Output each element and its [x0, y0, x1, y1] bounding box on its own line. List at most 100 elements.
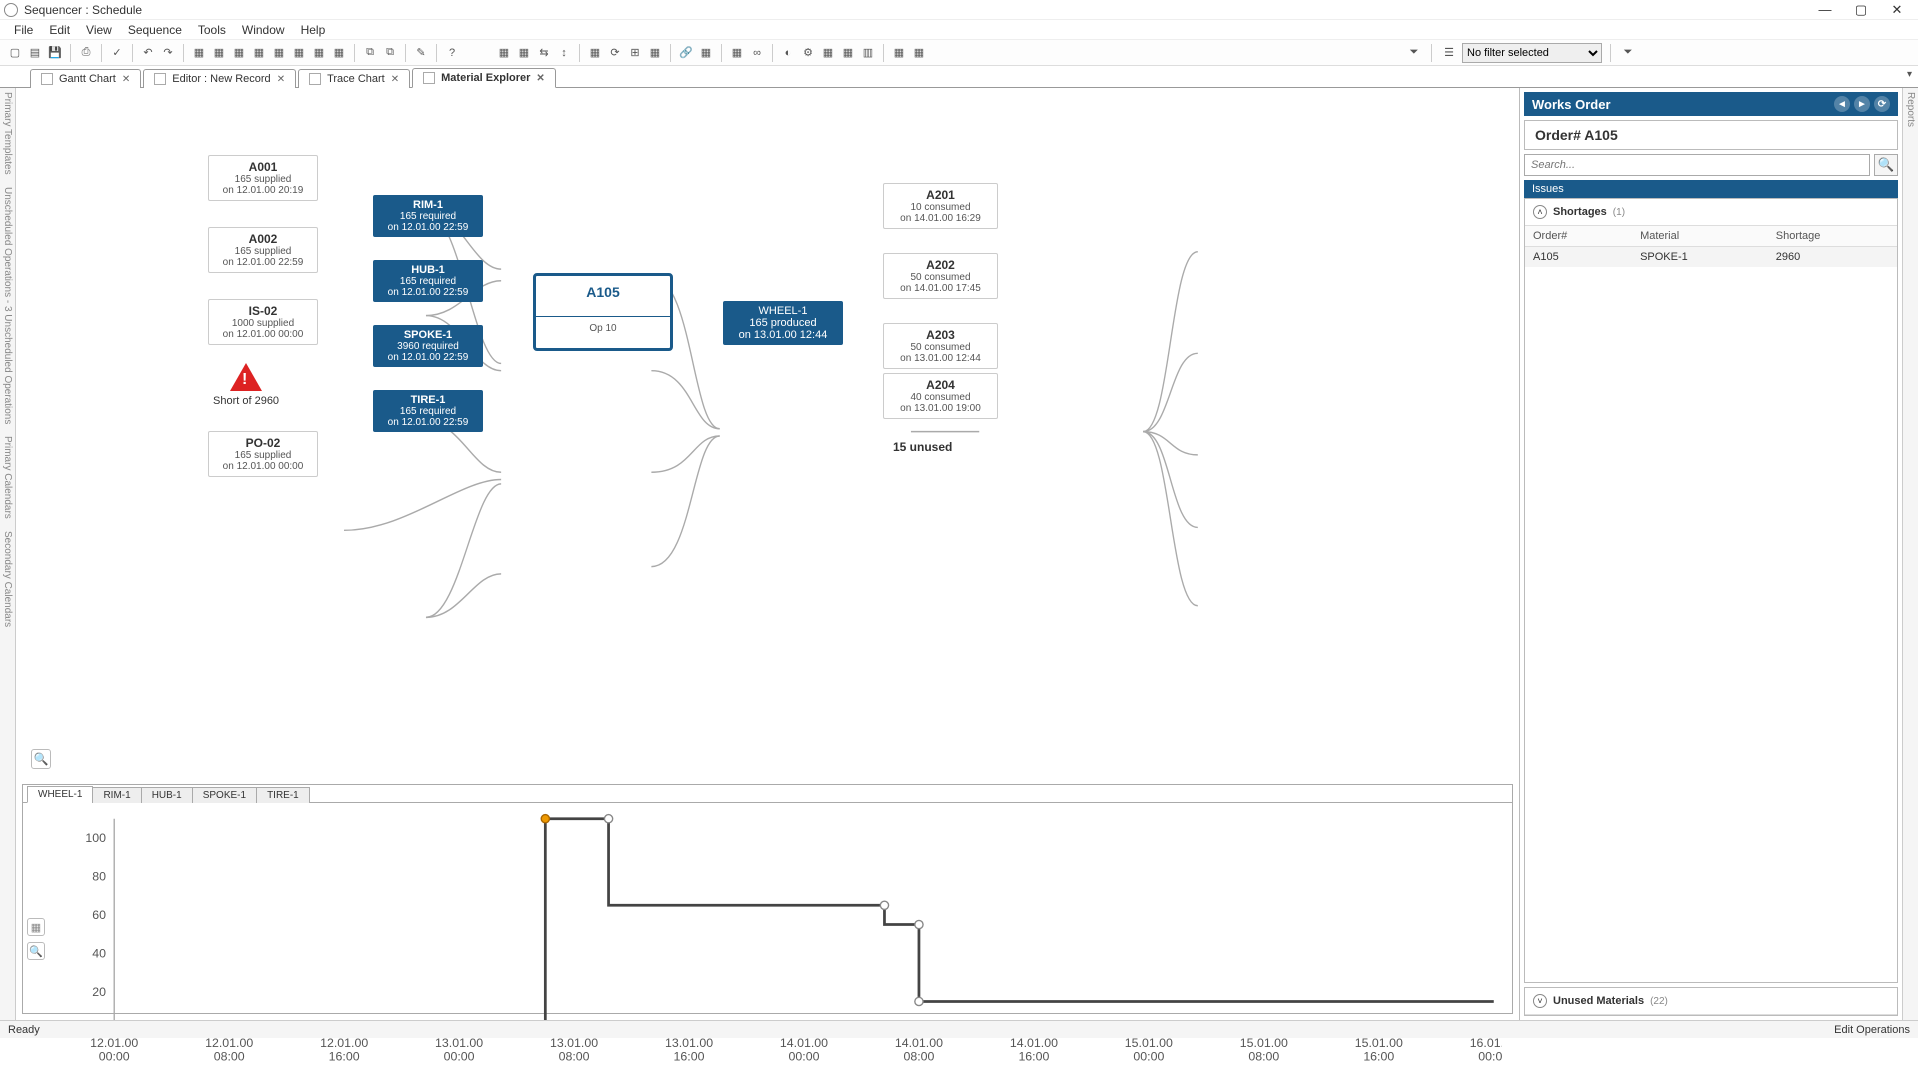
- maximize-button[interactable]: ▢: [1852, 2, 1870, 18]
- tool-f-icon[interactable]: ⊞: [626, 44, 644, 62]
- new-icon[interactable]: ▢: [6, 44, 24, 62]
- tool-j-icon[interactable]: ◐: [779, 44, 797, 62]
- funnel-icon[interactable]: ⏷: [1405, 44, 1423, 62]
- menu-file[interactable]: File: [8, 21, 39, 39]
- col-shortage[interactable]: Shortage: [1768, 226, 1897, 247]
- shortages-accordion[interactable]: ˄ Shortages(1): [1525, 199, 1897, 226]
- close-button[interactable]: ✕: [1888, 2, 1906, 18]
- undo-icon[interactable]: ↶: [139, 44, 157, 62]
- produced-node-wheel1[interactable]: WHEEL-1165 producedon 13.01.00 12:44: [723, 301, 843, 345]
- grid2-icon[interactable]: ▦: [210, 44, 228, 62]
- cons-node-a202[interactable]: A20250 consumedon 14.01.00 17:45: [883, 253, 998, 299]
- open-icon[interactable]: ▤: [26, 44, 44, 62]
- save-icon[interactable]: 💾: [46, 44, 64, 62]
- tool-g-icon[interactable]: ▦: [646, 44, 664, 62]
- menu-edit[interactable]: Edit: [43, 21, 76, 39]
- filter-select[interactable]: No filter selected: [1462, 43, 1602, 63]
- close-icon[interactable]: ✕: [122, 74, 130, 85]
- gear-icon[interactable]: ⚙: [799, 44, 817, 62]
- grid8-icon[interactable]: ▦: [330, 44, 348, 62]
- status-right[interactable]: Edit Operations: [1834, 1024, 1910, 1036]
- cons-node-a203[interactable]: A20350 consumedon 13.01.00 12:44: [883, 323, 998, 369]
- help-icon[interactable]: ?: [443, 44, 461, 62]
- infinity-icon[interactable]: ∞: [748, 44, 766, 62]
- tab-overflow-icon[interactable]: ▾: [1907, 69, 1912, 80]
- req-node-spoke1[interactable]: SPOKE-13960 requiredon 12.01.00 22:59: [373, 325, 483, 367]
- menu-help[interactable]: Help: [295, 21, 332, 39]
- zoom-icon[interactable]: 🔍: [31, 749, 51, 769]
- rail-primary-templates[interactable]: Primary Templates: [2, 92, 13, 175]
- tab-editor[interactable]: Editor : New Record✕: [143, 69, 296, 88]
- cons-node-a201[interactable]: A20110 consumedon 14.01.00 16:29: [883, 183, 998, 229]
- print-icon[interactable]: ⎙: [77, 44, 95, 62]
- brush-icon[interactable]: ✎: [412, 44, 430, 62]
- minimize-button[interactable]: —: [1816, 2, 1834, 18]
- tab-trace-chart[interactable]: Trace Chart✕: [298, 69, 410, 88]
- redo-icon[interactable]: ↷: [159, 44, 177, 62]
- close-icon[interactable]: ✕: [277, 74, 285, 85]
- tool-l-icon[interactable]: ▦: [839, 44, 857, 62]
- table-row[interactable]: A105 SPOKE-1 2960: [1525, 247, 1897, 268]
- close-icon[interactable]: ✕: [391, 74, 399, 85]
- supply-node-a001[interactable]: A001165 suppliedon 12.01.00 20:19: [208, 155, 318, 201]
- supply-node-is02[interactable]: IS-021000 suppliedon 12.01.00 00:00: [208, 299, 318, 345]
- grid6-icon[interactable]: ▦: [290, 44, 308, 62]
- chart-tab-hub1[interactable]: HUB-1: [141, 787, 193, 803]
- req-node-rim1[interactable]: RIM-1165 requiredon 12.01.00 22:59: [373, 195, 483, 237]
- paste-icon[interactable]: ⧉: [381, 44, 399, 62]
- filter-clear-icon[interactable]: ⏷: [1619, 44, 1637, 62]
- shortage-warning[interactable]: Short of 2960: [213, 363, 279, 407]
- rail-primary-calendars[interactable]: Primary Calendars: [2, 436, 13, 519]
- chart-tab-rim1[interactable]: RIM-1: [92, 787, 141, 803]
- tab-material-explorer[interactable]: Material Explorer✕: [412, 68, 556, 88]
- tool-a-icon[interactable]: ▦: [495, 44, 513, 62]
- grid7-icon[interactable]: ▦: [310, 44, 328, 62]
- chart-tab-tire1[interactable]: TIRE-1: [256, 787, 310, 803]
- menu-tools[interactable]: Tools: [192, 21, 232, 39]
- material-diagram[interactable]: A001165 suppliedon 12.01.00 20:19 A00216…: [22, 94, 1513, 778]
- tool-m-icon[interactable]: ▦: [890, 44, 908, 62]
- works-order-node[interactable]: A105Op 10: [533, 273, 673, 351]
- filter-config-icon[interactable]: ☰: [1440, 44, 1458, 62]
- chart-grid-icon[interactable]: ▦: [27, 918, 45, 936]
- col-material[interactable]: Material: [1632, 226, 1768, 247]
- unused-materials-accordion[interactable]: ˅ Unused Materials(22): [1525, 988, 1897, 1015]
- copy-icon[interactable]: ⧉: [361, 44, 379, 62]
- grid4-icon[interactable]: ▦: [250, 44, 268, 62]
- tool-k-icon[interactable]: ▦: [819, 44, 837, 62]
- chart-tab-spoke1[interactable]: SPOKE-1: [192, 787, 257, 803]
- menu-sequence[interactable]: Sequence: [122, 21, 188, 39]
- req-node-tire1[interactable]: TIRE-1165 requiredon 12.01.00 22:59: [373, 390, 483, 432]
- panel-fwd-icon[interactable]: ►: [1854, 96, 1870, 112]
- chart-tab-wheel1[interactable]: WHEEL-1: [27, 786, 93, 803]
- rail-unscheduled-ops[interactable]: Unscheduled Operations - 3 Unscheduled O…: [2, 187, 13, 424]
- grid3-icon[interactable]: ▦: [230, 44, 248, 62]
- tool-d-icon[interactable]: ↕: [555, 44, 573, 62]
- tool-c-icon[interactable]: ⇆: [535, 44, 553, 62]
- tool-b-icon[interactable]: ▦: [515, 44, 533, 62]
- grid5-icon[interactable]: ▦: [270, 44, 288, 62]
- refresh-icon[interactable]: ⟳: [606, 44, 624, 62]
- rail-secondary-calendars[interactable]: Secondary Calendars: [2, 531, 13, 627]
- menu-view[interactable]: View: [80, 21, 118, 39]
- grid1-icon[interactable]: ▦: [190, 44, 208, 62]
- chart-zoom-icon[interactable]: 🔍: [27, 942, 45, 960]
- supply-node-a002[interactable]: A002165 suppliedon 12.01.00 22:59: [208, 227, 318, 273]
- check-icon[interactable]: ✓: [108, 44, 126, 62]
- menu-window[interactable]: Window: [236, 21, 291, 39]
- col-order[interactable]: Order#: [1525, 226, 1632, 247]
- panel-refresh-icon[interactable]: ⟳: [1874, 96, 1890, 112]
- tool-n-icon[interactable]: ▦: [910, 44, 928, 62]
- search-input[interactable]: [1524, 154, 1870, 176]
- panel-back-icon[interactable]: ◄: [1834, 96, 1850, 112]
- tab-gantt-chart[interactable]: Gantt Chart✕: [30, 69, 141, 88]
- tool-i-icon[interactable]: ▦: [728, 44, 746, 62]
- supply-node-po02[interactable]: PO-02165 suppliedon 12.01.00 00:00: [208, 431, 318, 477]
- chart-icon[interactable]: ▥: [859, 44, 877, 62]
- tool-e-icon[interactable]: ▦: [586, 44, 604, 62]
- link-icon[interactable]: 🔗: [677, 44, 695, 62]
- req-node-hub1[interactable]: HUB-1165 requiredon 12.01.00 22:59: [373, 260, 483, 302]
- rail-reports[interactable]: Reports: [1905, 92, 1916, 127]
- close-icon[interactable]: ✕: [536, 73, 544, 84]
- tool-h-icon[interactable]: ▦: [697, 44, 715, 62]
